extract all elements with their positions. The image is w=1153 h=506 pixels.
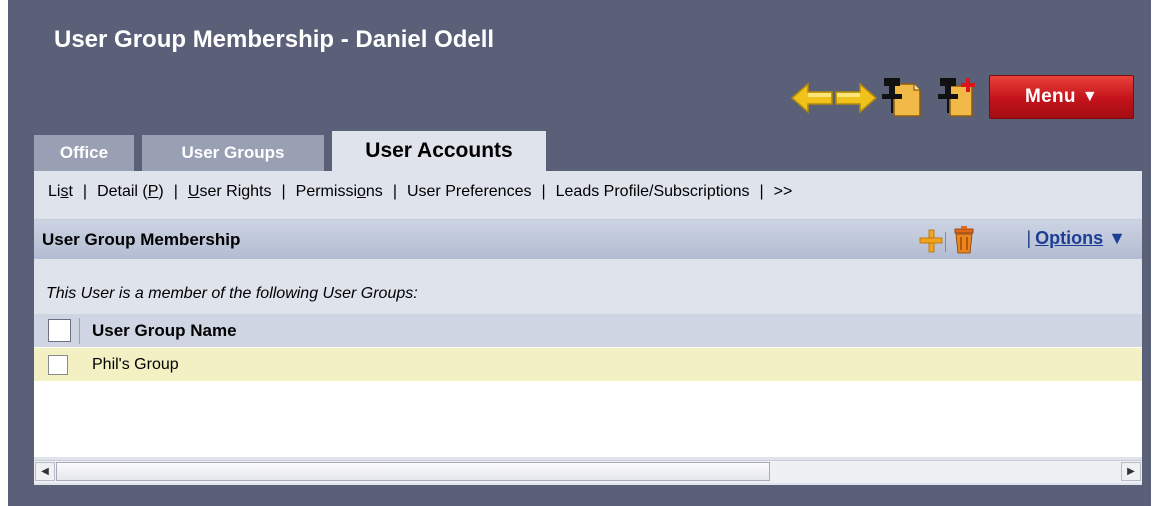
add-icon[interactable]: [918, 228, 944, 254]
column-header-user-group-name[interactable]: User Group Name: [92, 321, 237, 341]
subnav-separator: |: [82, 183, 88, 200]
subnav-leads-profile[interactable]: Leads Profile/Subscriptions: [556, 183, 750, 200]
tab-user-accounts[interactable]: User Accounts: [332, 131, 546, 171]
options-separator: |: [1026, 228, 1032, 248]
tab-office[interactable]: Office: [34, 135, 134, 171]
content-area: This User is a member of the following U…: [34, 259, 1142, 485]
subnav: List | Detail (P) | User Rights | Permissions |…: [48, 183, 792, 201]
subnav-user-rights[interactable]: User Rights: [188, 183, 272, 200]
scroll-left-button[interactable]: ◀: [35, 462, 55, 481]
subnav-permissions[interactable]: Permissions: [296, 183, 383, 200]
scroll-left-icon: ◀: [41, 466, 49, 477]
scrollbar-thumb[interactable]: [56, 462, 770, 481]
scroll-right-button[interactable]: ▶: [1121, 462, 1141, 481]
trash-icon[interactable]: [952, 226, 976, 254]
menu-button[interactable]: Menu ▼: [989, 75, 1134, 119]
options-label: Options: [1035, 228, 1104, 248]
subnav-separator: |: [281, 183, 286, 200]
section-title: User Group Membership: [42, 230, 241, 249]
app-frame: User Group Membership - Daniel Odell Men…: [8, 0, 1151, 506]
subnav-more[interactable]: >>: [774, 183, 793, 200]
subnav-separator: |: [392, 183, 397, 200]
subnav-list[interactable]: List: [48, 183, 73, 200]
subnav-separator: |: [759, 183, 764, 200]
chevron-down-icon: ▼: [1108, 228, 1126, 248]
back-arrow-icon[interactable]: [790, 80, 834, 116]
tab-label: User Accounts: [365, 139, 513, 162]
chevron-down-icon: ▼: [1081, 88, 1098, 105]
subnav-user-preferences[interactable]: User Preferences: [407, 183, 532, 200]
user-group-name: Phil's Group: [92, 356, 179, 373]
scroll-right-icon: ▶: [1127, 466, 1135, 477]
menu-button-label: Menu: [1025, 86, 1076, 107]
table-header: User Group Name: [34, 314, 1142, 347]
subnav-separator: |: [541, 183, 546, 200]
pin-add-icon[interactable]: [936, 76, 978, 118]
membership-caption: This User is a member of the following U…: [46, 285, 418, 302]
subnav-detail[interactable]: Detail (P): [97, 183, 164, 200]
subnav-separator: |: [173, 183, 178, 200]
options-menu[interactable]: | Options ▼: [1026, 228, 1126, 249]
column-divider: [79, 318, 80, 344]
toolbar-divider: [945, 232, 946, 252]
tab-user-groups[interactable]: User Groups: [142, 135, 324, 171]
select-all-checkbox[interactable]: [48, 319, 71, 342]
row-checkbox[interactable]: [48, 355, 68, 375]
forward-arrow-icon[interactable]: [834, 80, 878, 116]
pin-document-icon[interactable]: [880, 76, 922, 118]
page-title: User Group Membership - Daniel Odell: [54, 26, 495, 53]
content-panel: List | Detail (P) | User Rights | Permissions |…: [34, 171, 1142, 485]
table-row[interactable]: Phil's Group: [34, 348, 1142, 381]
tab-label: User Groups: [181, 143, 285, 162]
tab-label: Office: [59, 143, 109, 162]
membership-table: User Group Name Phil's Group: [34, 314, 1142, 457]
horizontal-scrollbar[interactable]: ◀ ▶: [34, 460, 1142, 483]
section-header: User Group Membership | Options ▼: [34, 219, 1142, 259]
